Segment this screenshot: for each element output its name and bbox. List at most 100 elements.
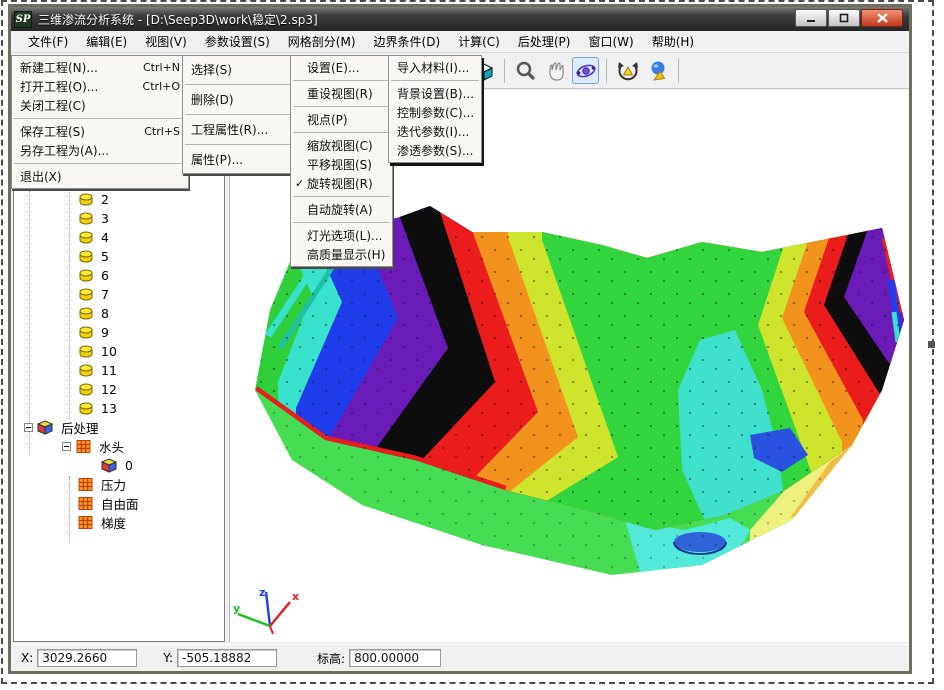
menu-separator [185,144,307,145]
tree-node[interactable]: 12 [14,380,224,399]
dropdown-item-label: 属性(P)... [191,151,301,168]
tree-node-label[interactable]: 12 [98,382,120,397]
dropdown-item-label: 平移视图(S) [307,156,384,173]
tree-node[interactable]: 梯度 [14,513,224,532]
collapse-toggle[interactable] [62,442,71,451]
collapse-toggle[interactable] [24,423,33,432]
dropdown-item[interactable]: 另存工程为(A)... [12,141,188,160]
dropdown-item-label: 灯光选项(L)... [307,227,384,244]
dropdown-item[interactable]: 打开工程(O)...Ctrl+O [12,77,188,96]
tree-node[interactable]: 0 [14,456,224,475]
tree-node[interactable]: 7 [14,285,224,304]
tree-node-label[interactable]: 9 [98,325,112,340]
tree-node[interactable]: 水头 [14,437,224,456]
selection-handle[interactable] [928,341,935,348]
tree-node[interactable]: 5 [14,247,224,266]
menubar-item[interactable]: 文件(F) [19,31,77,52]
dropdown-item[interactable]: ✓旋转视图(R) [291,174,392,193]
dropdown-item[interactable]: 保存工程(S)Ctrl+S [12,122,188,141]
zoom-button[interactable] [512,57,539,84]
status-y-label: Y: [163,651,173,665]
menubar-item[interactable]: 网格剖分(M) [279,31,365,52]
tree-node-label[interactable]: 7 [98,287,112,302]
minimize-button[interactable] [795,9,827,27]
autorotate-button[interactable] [614,57,641,84]
dropdown-item[interactable]: 设置(E)... [291,58,392,77]
tree-node[interactable]: 11 [14,361,224,380]
tree-node-label[interactable]: 13 [98,401,120,416]
light-button[interactable] [644,57,671,84]
menu-separator [293,106,390,107]
tree-node-label[interactable]: 11 [98,363,120,378]
tree-node-label[interactable]: 6 [98,268,112,283]
dropdown-item[interactable]: 导入材料(I)... [389,58,481,77]
pan-button[interactable] [542,57,569,84]
tree-node-label[interactable]: 水头 [96,437,127,456]
tree-node[interactable]: 9 [14,323,224,342]
toolbar-separator [678,59,679,83]
menu-bar: 文件(F)编辑(E)视图(V)参数设置(S)网格剖分(M)边界条件(D)计算(C… [11,31,909,53]
dropdown-item[interactable]: 渗透参数(S)... [389,141,481,160]
tree-node[interactable]: 8 [14,304,224,323]
app-icon: SP [14,11,32,28]
dropdown-item[interactable]: 自动旋转(A) [291,200,392,219]
window-title: 三维渗流分析系统 - [D:\Seep3D\work\稳定\2.sp3] [38,11,318,28]
tree-node-label[interactable]: 10 [98,344,120,359]
dropdown-item[interactable]: 迭代参数(I)... [389,122,481,141]
dropdown-item-label: 导入材料(I)... [397,59,473,76]
menubar-item[interactable]: 计算(C) [449,31,509,52]
dropdown-item-label: 控制参数(C)... [397,104,474,121]
status-x-value: 3029.2660 [37,649,137,667]
menubar-item[interactable]: 视图(V) [136,31,196,52]
dropdown-item[interactable]: 重设视图(R) [291,84,392,103]
dropdown-item[interactable]: 控制参数(C)... [389,103,481,122]
tree-node-label[interactable]: 5 [98,249,112,264]
layer-icon [77,344,98,359]
tree-node-label[interactable]: 后处理 [58,418,102,437]
tree-node[interactable]: 3 [14,209,224,228]
menu-separator [293,80,390,81]
grid-icon [77,515,98,530]
grid-icon [77,477,98,492]
menubar-item[interactable]: 参数设置(S) [196,31,279,52]
tree-node-label[interactable]: 4 [98,230,112,245]
tree-node-label[interactable]: 压力 [98,475,129,494]
tree-node-label[interactable]: 0 [122,458,136,473]
tree-node[interactable]: 2 [14,190,224,209]
menubar-item[interactable]: 边界条件(D) [365,31,450,52]
dropdown-item[interactable]: 缩放视图(C) [291,136,392,155]
tree-node-label[interactable]: 自由面 [98,494,142,513]
restore-button[interactable] [828,9,860,27]
tree-node[interactable]: 10 [14,342,224,361]
dropdown-item[interactable]: 灯光选项(L)... [291,226,392,245]
close-button[interactable] [861,9,903,27]
dropdown-item[interactable]: 高质量显示(H) [291,245,392,264]
tree-node[interactable]: 后处理 [14,418,224,437]
tree-node[interactable]: 4 [14,228,224,247]
minimize-icon [806,13,816,23]
tree-node[interactable]: 压力 [14,475,224,494]
menubar-item[interactable]: 编辑(E) [77,31,136,52]
dropdown-item[interactable]: 关闭工程(C) [12,96,188,115]
tree-node-label[interactable]: 2 [98,192,112,207]
grid-icon [75,439,96,454]
tree-node[interactable]: 6 [14,266,224,285]
tree-node-label[interactable]: 梯度 [98,513,129,532]
menu-separator [293,196,390,197]
dropdown-item[interactable]: 新建工程(N)...Ctrl+N [12,58,188,77]
dropdown-item[interactable]: 视点(P) [291,110,392,129]
rotate-button[interactable] [572,57,599,84]
tree-node[interactable]: 13 [14,399,224,418]
menubar-item[interactable]: 窗口(W) [579,31,642,52]
menubar-item[interactable]: 后处理(P) [509,31,580,52]
tree-node-label[interactable]: 8 [98,306,112,321]
dropdown-item-label: 工程属性(R)... [191,121,301,138]
tree-node-label[interactable]: 3 [98,211,112,226]
title-bar[interactable]: SP 三维渗流分析系统 - [D:\Seep3D\work\稳定\2.sp3] [11,7,909,31]
dropdown-item[interactable]: 平移视图(S) [291,155,392,174]
dropdown-item[interactable]: 退出(X) [12,167,188,186]
dropdown-item[interactable]: 背景设置(B)... [389,84,481,103]
layer-icon [77,211,98,226]
menubar-item[interactable]: 帮助(H) [643,31,703,52]
tree-node[interactable]: 自由面 [14,494,224,513]
